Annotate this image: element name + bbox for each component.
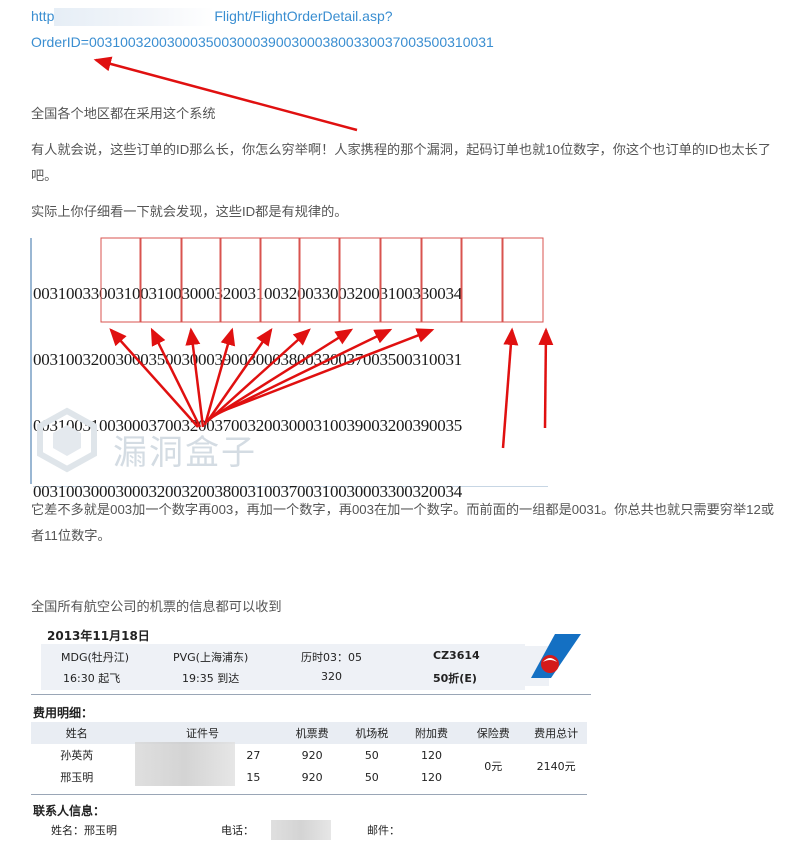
arrow [501, 327, 519, 449]
highlight-box [260, 237, 300, 323]
total-fee: 2140元 [536, 760, 576, 773]
col-header-airport-tax: 机场税 [342, 722, 402, 744]
contact-name-row: 姓名：邢玉明 [51, 822, 117, 838]
passenger-id-tail: 27 [246, 748, 261, 762]
surcharge: 120 [420, 770, 442, 784]
departure-time: 16:30 起飞 [63, 672, 121, 685]
contact-name-label: 姓名： [51, 824, 84, 837]
col-header-ticket-fee: 机票费 [282, 722, 342, 744]
airport-tax: 50 [364, 748, 379, 762]
airline-logo-icon [525, 634, 581, 689]
arrow [109, 328, 199, 428]
ticket-fee: 920 [301, 770, 323, 784]
paragraph-5: 全国所有航空公司的机票的信息都可以收到 [31, 599, 282, 614]
arrow [538, 327, 554, 429]
passenger-id-tail: 15 [246, 770, 261, 784]
fee-table: 姓名 证件号 机票费 机场税 附加费 保险费 费用总计 孙英芮 27 920 5… [31, 722, 587, 788]
highlight-box [220, 237, 261, 323]
arrival-airport: PVG(上海浦东) [173, 651, 249, 664]
highlight-box [299, 237, 340, 323]
airport-tax: 50 [364, 770, 379, 784]
separator [31, 694, 591, 695]
col-header-total: 费用总计 [525, 722, 587, 744]
passenger-name: 邢玉明 [60, 771, 94, 784]
ticket-screenshot: 2013年11月18日 MDG(牡丹江) PVG(上海浦东) 历时03：05 C… [31, 624, 591, 842]
fee-table-header: 姓名 证件号 机票费 机场税 附加费 保险费 费用总计 [31, 722, 587, 744]
flight-date: 2013年11月18日 [47, 629, 150, 643]
arrow [205, 327, 273, 423]
col-header-insurance: 保险费 [461, 722, 526, 744]
col-header-surcharge: 附加费 [401, 722, 462, 744]
highlight-box [339, 237, 381, 323]
col-header-name: 姓名 [31, 722, 123, 744]
departure-airport: MDG(牡丹江) [61, 651, 130, 664]
arrow [214, 328, 435, 416]
passenger-name: 孙英芮 [60, 749, 94, 762]
arrow [208, 328, 311, 421]
contact-email-label: 邮件： [367, 824, 400, 837]
id-blur-mask [135, 742, 235, 786]
surcharge: 120 [420, 748, 442, 762]
separator [31, 794, 587, 795]
flight-duration: 历时03：05 [301, 651, 362, 664]
arrow [210, 328, 354, 420]
table-row: 孙英芮 27 920 50 120 0元 2140元 [31, 744, 587, 774]
highlight-box [421, 237, 462, 323]
arrow [212, 328, 393, 418]
paragraph-4: 它差不多就是003加一个数字再003，再加一个数字，再003在加一个数字。而前面… [31, 502, 775, 543]
highlight-box [140, 237, 182, 323]
fee-section-title: 费用明细： [33, 706, 94, 720]
arrow-url [93, 56, 358, 132]
highlight-box [181, 237, 221, 323]
contact-name: 邢玉明 [84, 824, 117, 837]
highlight-box [461, 237, 503, 323]
col-header-id: 证件号 [122, 722, 283, 744]
arrival-time: 19:35 到达 [182, 672, 240, 685]
fare-discount: 50折(E) [433, 672, 477, 685]
contact-phone-label: 电话： [221, 824, 254, 837]
insurance-fee: 0元 [484, 760, 503, 773]
highlight-box [380, 237, 422, 323]
flight-number: CZ3614 [433, 649, 480, 662]
ticket-fee: 920 [301, 748, 323, 762]
phone-blur-mask [271, 820, 331, 840]
highlight-box [100, 237, 141, 323]
flight-distance: 320 [321, 670, 342, 683]
highlight-box [502, 237, 544, 323]
contact-section-title: 联系人信息： [33, 804, 106, 818]
